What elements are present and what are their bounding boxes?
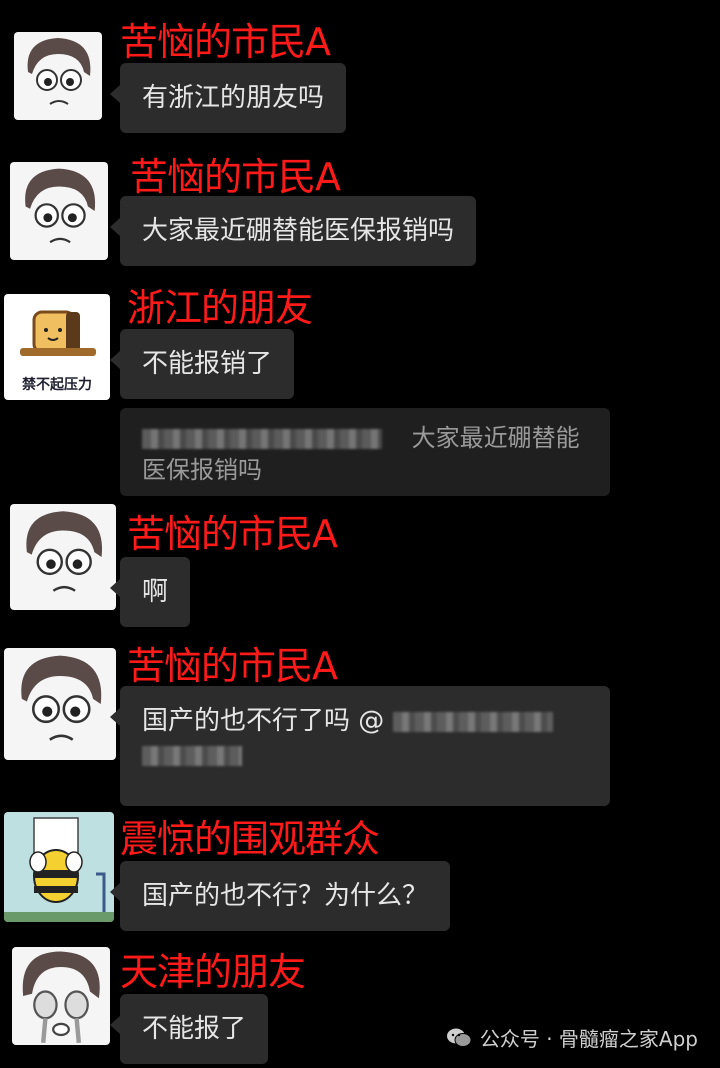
message-bubble[interactable]: 不能报销了 (109, 329, 295, 399)
sender-name: 苦恼的市民A (127, 512, 338, 556)
message-bubble[interactable]: 国产的也不行？为什么？ (109, 861, 451, 931)
message-bubble[interactable]: 不能报了 (109, 994, 269, 1064)
sticker-caption: 禁不起压力 (22, 377, 92, 393)
quoted-message[interactable]: 大家最近硼替能 医保报销吗 (120, 408, 610, 496)
avatar[interactable] (14, 32, 102, 120)
avatar[interactable] (10, 162, 108, 260)
wechat-icon (446, 1028, 472, 1047)
bread-sticker-icon (20, 310, 96, 356)
quote-text: 医保报销吗 (142, 456, 262, 484)
avatar[interactable]: 禁不起压力 (4, 294, 110, 400)
sender-name: 苦恼的市民A (120, 20, 331, 64)
sender-name: 苦恼的市民A (127, 644, 338, 688)
blurred-mention (142, 745, 242, 766)
avatar[interactable] (4, 812, 114, 922)
message-bubble[interactable]: 大家最近硼替能医保报销吗 (109, 196, 477, 266)
sender-name: 震惊的围观群众 (120, 817, 380, 861)
sad-girl-face-icon (4, 648, 116, 760)
sad-girl-face-icon (10, 504, 116, 610)
avatar[interactable] (10, 504, 116, 610)
avatar[interactable] (12, 947, 110, 1045)
sad-girl-face-icon (14, 32, 102, 120)
message-bubble[interactable]: 有浙江的朋友吗 (109, 63, 347, 133)
message-bubble[interactable]: 国产的也不行了吗 @ (110, 686, 610, 806)
sender-name: 苦恼的市民A (130, 155, 341, 199)
avatar[interactable] (4, 648, 116, 760)
sad-girl-face-icon (10, 162, 108, 260)
watermark: 公众号 · 骨髓瘤之家App (446, 1023, 698, 1052)
message-bubble[interactable]: 啊 (109, 557, 191, 627)
crying-face-icon (12, 947, 110, 1045)
blurred-username (142, 429, 382, 449)
bee-sticker-icon (4, 817, 114, 922)
blurred-mention (392, 711, 553, 732)
sender-name: 浙江的朋友 (127, 286, 313, 330)
sender-name: 天津的朋友 (120, 950, 306, 994)
watermark-text: 公众号 · 骨髓瘤之家App (479, 1027, 698, 1051)
message-text: 国产的也不行了吗 @ (142, 706, 385, 736)
quote-text: 大家最近硼替能 (411, 424, 580, 452)
